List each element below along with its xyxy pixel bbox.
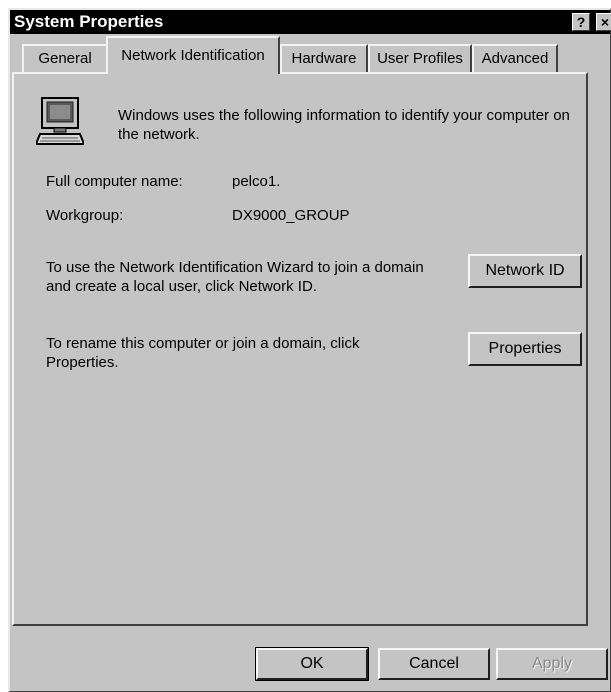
- tab-user-profiles[interactable]: User Profiles: [368, 44, 472, 72]
- tab-hardware[interactable]: Hardware: [280, 44, 368, 72]
- tab-label: General: [38, 50, 92, 67]
- close-icon: ×: [600, 14, 610, 30]
- properties-button-label: Properties: [488, 340, 562, 357]
- cancel-button-label: Cancel: [409, 655, 459, 672]
- full-computer-name-label: Full computer name:: [46, 173, 183, 190]
- tab-label: User Profiles: [377, 50, 463, 67]
- ok-button[interactable]: OK: [255, 647, 369, 681]
- apply-button-label: Apply: [531, 655, 573, 672]
- title-bar[interactable]: System Properties ? ×: [10, 10, 611, 34]
- rename-instruction-text: To rename this computer or join a domain…: [46, 335, 360, 371]
- apply-button[interactable]: Apply: [496, 648, 608, 680]
- wizard-instruction-text: To use the Network Identification Wizard…: [46, 259, 424, 295]
- ok-button-label: OK: [300, 655, 324, 672]
- computer-icon: [36, 97, 84, 145]
- tab-network-identification[interactable]: Network Identification: [106, 36, 280, 74]
- properties-button[interactable]: Properties: [468, 332, 582, 366]
- tab-label: Network Identification: [121, 47, 265, 64]
- workgroup-label: Workgroup:: [46, 207, 124, 224]
- help-button[interactable]: ?: [572, 13, 590, 31]
- tab-label: Advanced: [481, 50, 549, 67]
- close-button[interactable]: ×: [596, 13, 611, 31]
- cancel-button[interactable]: Cancel: [378, 648, 490, 680]
- tab-general[interactable]: General: [22, 44, 108, 72]
- workgroup-value: DX9000_GROUP: [232, 207, 350, 224]
- help-icon: ?: [576, 14, 586, 30]
- intro-text: Windows uses the following information t…: [118, 107, 570, 143]
- tab-advanced[interactable]: Advanced: [472, 44, 558, 72]
- window-title: System Properties: [14, 12, 164, 31]
- tab-label: Hardware: [291, 50, 357, 67]
- network-id-button[interactable]: Network ID: [468, 254, 582, 288]
- full-computer-name-value: pelco1.: [232, 173, 281, 190]
- network-id-button-label: Network ID: [485, 262, 565, 279]
